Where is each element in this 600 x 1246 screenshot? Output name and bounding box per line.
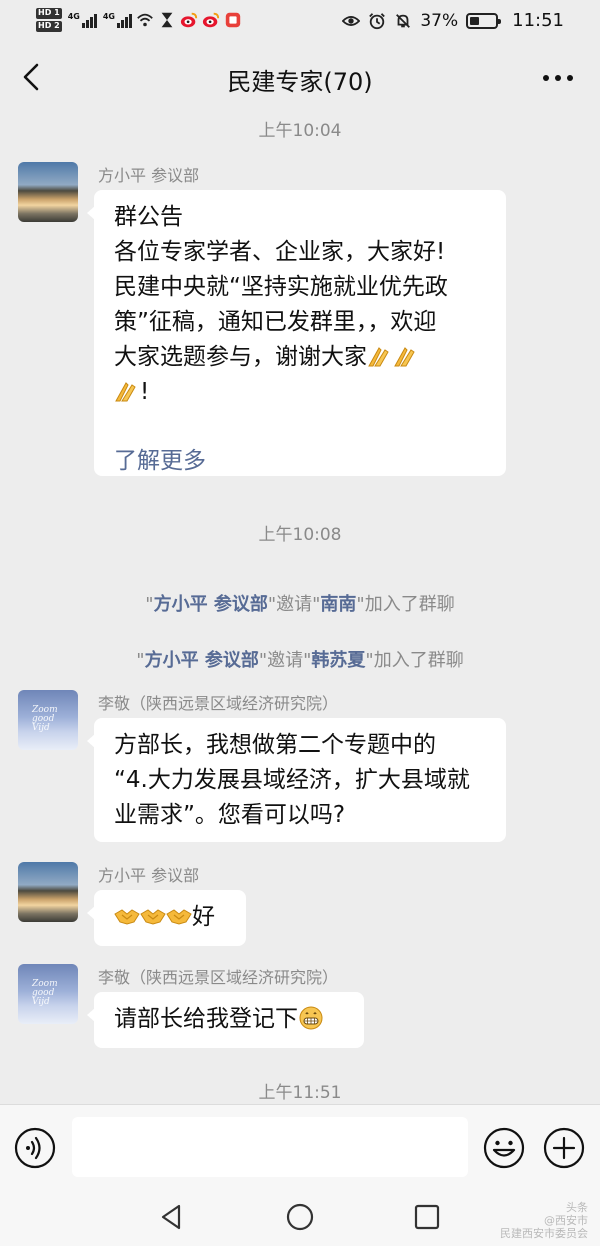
network-type-2: 4G — [102, 12, 115, 21]
message-line: 民建中央就“坚持实施就业优先政 — [114, 274, 448, 300]
message-input[interactable] — [72, 1117, 468, 1177]
message-line-with-emoji: 大家选题参与，谢谢大家 — [114, 340, 486, 375]
message-line-with-emoji: 好 — [114, 900, 226, 935]
nav-back-icon[interactable] — [157, 1202, 187, 1232]
message-line-with-emoji: ! — [114, 375, 486, 410]
quote: " — [136, 650, 145, 671]
input-bar — [0, 1104, 600, 1188]
message-text: 大家选题参与，谢谢大家 — [114, 344, 367, 370]
wifi-icon — [137, 13, 153, 27]
message-line: 各位专家学者、企业家，大家好! — [114, 239, 446, 265]
avatar-lettering: Zoom good Vijd — [32, 706, 58, 733]
invitee-name[interactable]: 韩苏夏 — [311, 650, 365, 671]
hd-indicators: HD 1 HD 2 — [36, 8, 62, 32]
avatar-lettering: Zoom good Vijd — [32, 980, 58, 1007]
signal-icon: 4G — [103, 12, 132, 28]
mute-icon — [396, 13, 411, 28]
sender-name: 方小平 参议部 — [98, 166, 200, 185]
message-text: 好 — [192, 904, 215, 930]
system-text: "邀请" — [258, 650, 312, 671]
message-register: Zoom good Vijd 李敬（陕西远景区域经济研究院） 请部长给我登记下 — [18, 964, 582, 1060]
watermark-line: 头条 — [566, 1201, 588, 1214]
status-left: HD 1 HD 2 4G 4G — [36, 8, 242, 32]
message-bubble[interactable]: 好 — [87, 890, 246, 946]
system-text: "加入了群聊 — [356, 594, 455, 615]
handshake-emoji-icon — [140, 909, 166, 925]
invitee-name[interactable]: 南南 — [320, 594, 356, 615]
sender-name: 李敬（陕西远景区域经济研究院） — [98, 968, 339, 987]
avatar[interactable] — [18, 862, 78, 922]
avatar-word: Vijd — [32, 723, 50, 733]
more-options-button[interactable] — [538, 64, 578, 92]
timestamp: 上午10:08 — [258, 525, 342, 545]
app-icon — [225, 12, 241, 28]
watermark: 头条 @西安市 民建西安市委员会 — [500, 1201, 588, 1240]
sender-name: 李敬（陕西远景区域经济研究院） — [98, 694, 339, 713]
timestamp: 上午10:04 — [258, 121, 342, 141]
eye-icon — [342, 15, 361, 26]
avatar[interactable] — [18, 162, 78, 222]
message-line: 群公告 — [114, 204, 183, 230]
message-announcement: 方小平 参议部 群公告 各位专家学者、企业家，大家好! 民建中央就“坚持实施就业… — [18, 162, 582, 482]
praying-hands-emoji-icon — [394, 347, 415, 367]
hd1-badge: HD 1 — [36, 8, 62, 19]
emoji-picker-button[interactable] — [483, 1127, 525, 1169]
title-bar: 民建专家(70) — [0, 42, 600, 112]
handshake-emoji-icon — [166, 909, 192, 925]
quote: " — [145, 594, 154, 615]
praying-hands-emoji-icon — [115, 382, 136, 402]
battery-icon — [466, 12, 502, 29]
hd2-badge: HD 2 — [36, 21, 62, 32]
avatar[interactable]: Zoom good Vijd — [18, 964, 78, 1024]
status-right: 37% 11:51 — [342, 10, 564, 31]
battery-fill — [470, 16, 479, 25]
message-bubble[interactable]: 群公告 各位专家学者、企业家，大家好! 民建中央就“坚持实施就业优先政 策”征稿… — [87, 190, 506, 479]
status-bar: HD 1 HD 2 4G 4G 37% 11:51 — [0, 0, 600, 42]
hourglass-icon — [161, 12, 173, 28]
handshake-emoji-icon — [114, 909, 140, 925]
chat-title: 民建专家(70) — [227, 68, 373, 96]
more-actions-button[interactable] — [543, 1127, 585, 1169]
avatar-word: Vijd — [32, 997, 50, 1007]
message-line: 业需求”。您看可以吗? — [114, 802, 346, 828]
message-line-with-emoji: 请部长给我登记下 — [114, 1002, 344, 1037]
system-text: "加入了群聊 — [365, 650, 464, 671]
weibo-icon — [180, 12, 198, 28]
timestamp: 上午11:51 — [258, 1083, 342, 1103]
signal-icon: 4G — [68, 12, 97, 28]
inviter-name[interactable]: 方小平 参议部 — [145, 650, 259, 671]
message-bubble[interactable]: 请部长给我登记下 — [87, 992, 364, 1048]
message-handshake: 方小平 参议部 好 — [18, 862, 582, 958]
system-text: "邀请" — [267, 594, 321, 615]
chat-area[interactable]: 上午10:04 方小平 参议部 群公告 各位专家学者、企业家，大家好! 民建中央… — [0, 112, 600, 1104]
message-text: 请部长给我登记下 — [114, 1006, 298, 1032]
more-dots-icon — [543, 75, 573, 81]
system-message-join: "方小平 参议部"邀请"韩苏夏"加入了群聊 — [0, 646, 600, 672]
avatar[interactable]: Zoom good Vijd — [18, 690, 78, 750]
praying-hands-emoji-icon — [368, 347, 389, 367]
message-text: ! — [140, 379, 150, 405]
weibo-icon — [202, 12, 220, 28]
clock: 11:51 — [512, 10, 564, 31]
voice-input-button[interactable] — [14, 1127, 56, 1169]
message-bubble[interactable]: 方部长，我想做第二个专题中的 “4.大力发展县域经济，扩大县域就 业需求”。您看… — [87, 718, 506, 842]
watermark-line: @西安市 — [544, 1214, 588, 1227]
battery-percent: 37% — [420, 10, 459, 31]
grinning-face-emoji-icon — [299, 1006, 323, 1030]
watermark-line: 民建西安市委员会 — [500, 1227, 588, 1240]
inviter-name[interactable]: 方小平 参议部 — [154, 594, 268, 615]
message-line: 策”征稿，通知已发群里，，欢迎 — [114, 309, 437, 335]
message-line: “4.大力发展县域经济，扩大县域就 — [114, 767, 470, 793]
nav-recent-apps-icon[interactable] — [412, 1202, 442, 1232]
message-proposal: Zoom good Vijd 李敬（陕西远景区域经济研究院） 方部长，我想做第二… — [18, 690, 582, 846]
nav-home-icon[interactable] — [285, 1202, 315, 1232]
learn-more-link[interactable]: 了解更多 — [114, 444, 486, 479]
alarm-icon — [369, 12, 386, 29]
message-line: 方部长，我想做第二个专题中的 — [114, 732, 436, 758]
sender-name: 方小平 参议部 — [98, 866, 200, 885]
system-nav-bar: 头条 @西安市 民建西安市委员会 — [0, 1188, 600, 1246]
system-message-join: "方小平 参议部"邀请"南南"加入了群聊 — [0, 590, 600, 616]
network-type-1: 4G — [67, 12, 80, 21]
